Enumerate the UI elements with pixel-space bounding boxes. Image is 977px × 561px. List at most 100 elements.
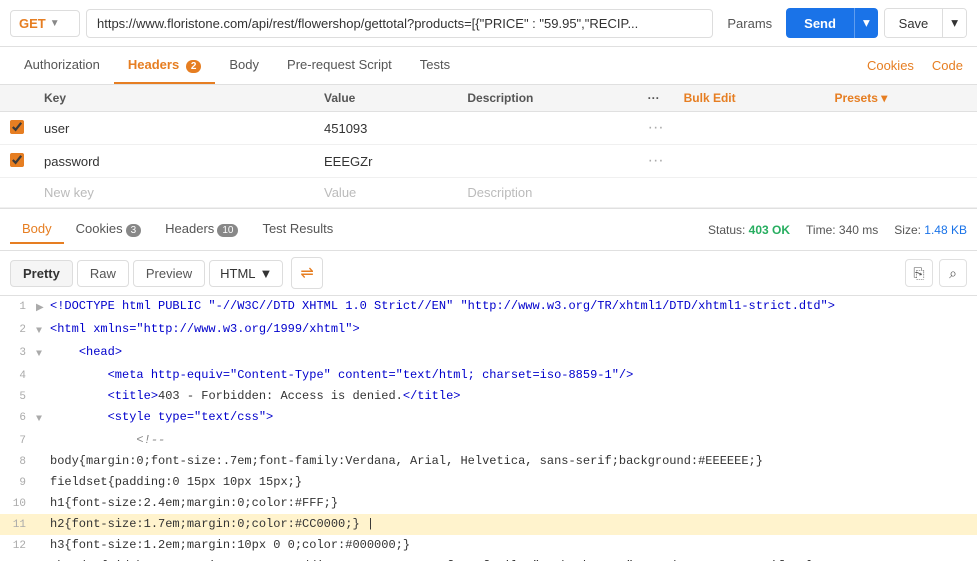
code-line: 7 <!-- — [0, 430, 977, 451]
copy-button[interactable]: ⎘ — [905, 259, 933, 287]
code-line: 5 <title>403 - Forbidden: Access is deni… — [0, 386, 977, 407]
row-dots[interactable]: ··· — [638, 145, 674, 178]
code-line: 10 h1{font-size:2.4em;margin:0;color:#FF… — [0, 493, 977, 514]
response-tab-headers[interactable]: Headers10 — [153, 215, 250, 244]
row-value[interactable]: EEEGZr — [314, 145, 457, 178]
table-row: user 451093 ··· — [0, 112, 977, 145]
headers-badge: 2 — [186, 60, 202, 73]
row-checkbox[interactable] — [10, 120, 24, 134]
code-line: 3▼ <head> — [0, 342, 977, 365]
code-line: 12 h3{font-size:1.2em;margin:10px 0 0;co… — [0, 535, 977, 556]
new-header-row: New key Value Description — [0, 178, 977, 208]
presets-button[interactable]: Presets ▾ — [825, 85, 977, 112]
row-checkbox-cell[interactable] — [0, 145, 34, 178]
code-action-icons: ⎘ ⌕ — [905, 259, 967, 287]
code-line: 4 <meta http-equiv="Content-Type" conten… — [0, 365, 977, 386]
line-arrow-icon[interactable]: ▶ — [36, 296, 50, 319]
send-button[interactable]: Send — [786, 8, 854, 38]
line-arrow-icon[interactable]: ▼ — [36, 342, 50, 365]
tab-authorization[interactable]: Authorization — [10, 47, 114, 84]
line-content: <style type="text/css"> — [50, 407, 977, 427]
time-value: 340 ms — [839, 223, 878, 237]
line-content: body{margin:0;font-size:.7em;font-family… — [50, 451, 977, 471]
tab-badge: 10 — [217, 224, 238, 237]
col-checkbox — [0, 85, 34, 112]
code-line: 8 body{margin:0;font-size:.7em;font-fami… — [0, 451, 977, 472]
line-content: <html xmlns="http://www.w3.org/1999/xhtm… — [50, 319, 977, 339]
headers-table: Key Value Description ··· Bulk Edit Pres… — [0, 85, 977, 208]
code-line: 2▼<html xmlns="http://www.w3.org/1999/xh… — [0, 319, 977, 342]
col-description: Description — [457, 85, 637, 112]
line-number: 9 — [0, 472, 36, 493]
row-dots[interactable]: ··· — [638, 112, 674, 145]
size-label: Size: 1.48 KB — [894, 223, 967, 237]
save-button-group: Save ▾ — [884, 8, 967, 38]
line-number: 2 — [0, 319, 36, 340]
line-number: 12 — [0, 535, 36, 556]
line-content: h3{font-size:1.2em;margin:10px 0 0;color… — [50, 535, 977, 555]
line-content: h1{font-size:2.4em;margin:0;color:#FFF;} — [50, 493, 977, 513]
tab-body[interactable]: Body — [215, 47, 273, 84]
method-select[interactable]: GET ▼ — [10, 10, 80, 37]
line-arrow-icon — [36, 386, 50, 389]
line-number: 11 — [0, 514, 36, 535]
cookies-link[interactable]: Cookies — [863, 48, 918, 83]
row-key[interactable]: password — [34, 145, 314, 178]
line-number: 1 — [0, 296, 36, 317]
line-arrow-icon[interactable]: ▼ — [36, 407, 50, 430]
params-button[interactable]: Params — [719, 10, 780, 37]
save-button[interactable]: Save — [885, 9, 943, 37]
request-tabs: Authorization Headers 2 Body Pre-request… — [10, 47, 863, 84]
raw-button[interactable]: Raw — [77, 260, 129, 287]
tab-bar-right-links: Cookies Code — [863, 48, 967, 83]
line-arrow-icon — [36, 365, 50, 368]
line-arrow-icon — [36, 472, 50, 475]
row-checkbox-cell[interactable] — [0, 112, 34, 145]
send-button-group: Send ▾ — [786, 8, 878, 38]
new-value-input-cell[interactable]: Value — [314, 178, 457, 208]
request-tab-bar: Authorization Headers 2 Body Pre-request… — [0, 47, 977, 85]
response-tab-test-results[interactable]: Test Results — [250, 215, 345, 244]
response-tab-body[interactable]: Body — [10, 215, 64, 244]
line-number: 7 — [0, 430, 36, 451]
time-label: Time: 340 ms — [806, 223, 878, 237]
url-bar: GET ▼ Params Send ▾ Save ▾ — [0, 0, 977, 47]
response-tab-cookies[interactable]: Cookies3 — [64, 215, 154, 244]
line-arrow-icon — [36, 451, 50, 454]
tab-tests[interactable]: Tests — [406, 47, 464, 84]
code-area[interactable]: 1▶<!DOCTYPE html PUBLIC "-//W3C//DTD XHT… — [0, 296, 977, 561]
line-number: 6 — [0, 407, 36, 428]
new-key-input-cell[interactable]: New key — [34, 178, 314, 208]
language-select[interactable]: HTML ▼ — [209, 260, 283, 287]
bulk-edit-button[interactable]: Bulk Edit — [674, 85, 825, 112]
status-label: Status: 403 OK — [708, 223, 790, 237]
code-link[interactable]: Code — [928, 48, 967, 83]
row-value[interactable]: 451093 — [314, 112, 457, 145]
code-line: 11 h2{font-size:1.7em;margin:0;color:#CC… — [0, 514, 977, 535]
table-row: password EEEGZr ··· — [0, 145, 977, 178]
code-toolbar: Pretty Raw Preview HTML ▼ ⇌ ⎘ ⌕ — [0, 251, 977, 296]
code-line: 6▼ <style type="text/css"> — [0, 407, 977, 430]
col-value: Value — [314, 85, 457, 112]
tab-headers[interactable]: Headers 2 — [114, 47, 216, 84]
line-arrow-icon — [36, 535, 50, 538]
save-dropdown-button[interactable]: ▾ — [942, 9, 966, 37]
tab-pre-request[interactable]: Pre-request Script — [273, 47, 406, 84]
search-button[interactable]: ⌕ — [939, 259, 967, 287]
line-arrow-icon[interactable]: ▼ — [36, 319, 50, 342]
preview-button[interactable]: Preview — [133, 260, 205, 287]
row-checkbox[interactable] — [10, 153, 24, 167]
row-key[interactable]: user — [34, 112, 314, 145]
pretty-button[interactable]: Pretty — [10, 260, 73, 287]
line-content: <title>403 - Forbidden: Access is denied… — [50, 386, 977, 406]
wrap-button[interactable]: ⇌ — [291, 257, 322, 289]
url-input[interactable] — [86, 9, 713, 38]
line-content: <!DOCTYPE html PUBLIC "-//W3C//DTD XHTML… — [50, 296, 977, 316]
line-arrow-icon — [36, 493, 50, 496]
size-value: 1.48 KB — [924, 223, 967, 237]
line-number: 4 — [0, 365, 36, 386]
new-desc-input-cell[interactable]: Description — [457, 178, 637, 208]
line-content: <head> — [50, 342, 977, 362]
line-content: <meta http-equiv="Content-Type" content=… — [50, 365, 977, 385]
send-dropdown-button[interactable]: ▾ — [854, 8, 878, 38]
